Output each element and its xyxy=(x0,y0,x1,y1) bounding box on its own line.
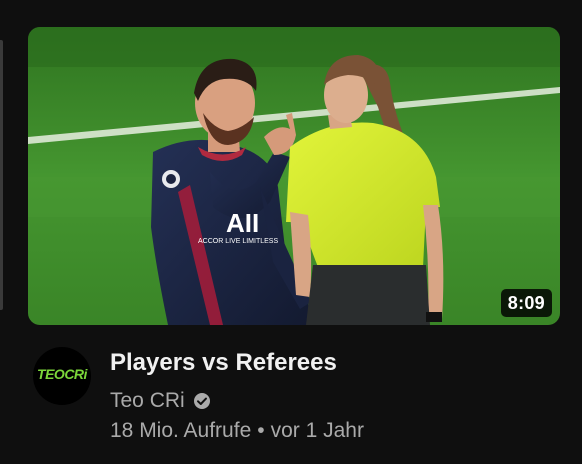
channel-name[interactable]: Teo CRi xyxy=(110,388,185,414)
thumbnail-image: AII ACCOR LIVE LIMITLESS xyxy=(28,27,560,325)
check-circle-icon xyxy=(193,392,211,410)
video-card-page: AII ACCOR LIVE LIMITLESS 8:09 TEOCRi Pla… xyxy=(0,0,582,464)
avatar-logo-text: TEOCRi xyxy=(37,366,87,382)
jersey-sponsor-text: AII xyxy=(226,208,259,238)
channel-avatar[interactable]: TEOCRi xyxy=(33,347,91,405)
view-count: 18 Mio. Aufrufe xyxy=(110,419,252,442)
video-thumbnail[interactable]: AII ACCOR LIVE LIMITLESS 8:09 xyxy=(28,27,560,325)
separator-dot: • xyxy=(257,419,265,442)
video-stats: 18 Mio. Aufrufe • vor 1 Jahr xyxy=(110,418,572,444)
duration-badge: 8:09 xyxy=(500,289,552,317)
video-meta: Players vs Referees Teo CRi 18 Mio. Aufr… xyxy=(110,347,572,444)
upload-age: vor 1 Jahr xyxy=(270,419,364,442)
video-title[interactable]: Players vs Referees xyxy=(110,347,572,379)
channel-row: Teo CRi xyxy=(110,388,572,414)
previous-card-edge xyxy=(0,40,3,310)
jersey-sponsor-subtext: ACCOR LIVE LIMITLESS xyxy=(198,238,278,245)
